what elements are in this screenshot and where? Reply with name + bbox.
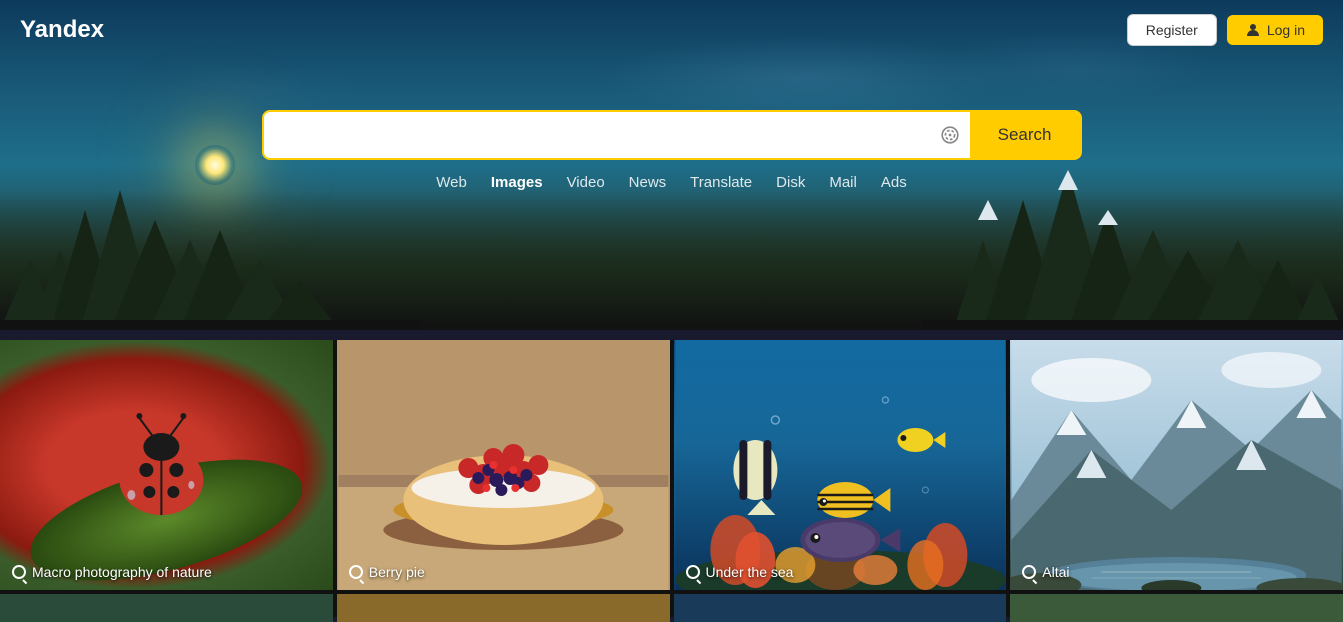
person-icon <box>1245 22 1261 38</box>
logo: Yandex <box>20 16 104 44</box>
berrypie-illustration <box>337 340 670 590</box>
grid-image-undersea <box>674 340 1007 590</box>
header-buttons: Register Log in <box>1127 14 1323 46</box>
nav-translate[interactable]: Translate <box>690 174 752 191</box>
nav-ads[interactable]: Ads <box>881 174 907 191</box>
camera-icon <box>939 124 961 146</box>
altai-illustration <box>1010 340 1343 590</box>
grid-label-berrypie: Berry pie <box>349 564 425 580</box>
search-input[interactable] <box>264 112 930 158</box>
search-icon-undersea <box>686 565 700 579</box>
ladybug-illustration <box>0 340 333 590</box>
register-button[interactable]: Register <box>1127 14 1217 46</box>
grid-item-b1[interactable] <box>0 594 333 622</box>
search-icon-ladybug <box>12 565 26 579</box>
grid-label-ladybug: Macro photography of nature <box>12 564 212 580</box>
login-label: Log in <box>1267 22 1305 38</box>
search-icon-berrypie <box>349 565 363 579</box>
grid-item-ladybug[interactable]: Macro photography of nature <box>0 340 333 590</box>
nav-news[interactable]: News <box>629 174 667 191</box>
grid-row-1: Macro photography of nature <box>0 340 1343 590</box>
grid-row-2 <box>0 594 1343 622</box>
nav-links: Web Images Video News Translate Disk Mai… <box>436 174 906 191</box>
nav-disk[interactable]: Disk <box>776 174 805 191</box>
nav-video[interactable]: Video <box>567 174 605 191</box>
grid-item-b3[interactable] <box>674 594 1007 622</box>
nav-images[interactable]: Images <box>491 174 543 191</box>
nav-mail[interactable]: Mail <box>829 174 857 191</box>
header: Yandex Register Log in <box>0 0 1343 60</box>
image-grid: Macro photography of nature <box>0 340 1343 617</box>
nav-web[interactable]: Web <box>436 174 467 191</box>
search-area: Search Web Images Video News Translate D… <box>262 110 1082 191</box>
grid-image-altai <box>1010 340 1343 590</box>
login-button[interactable]: Log in <box>1227 15 1323 45</box>
grid-label-undersea: Under the sea <box>686 564 794 580</box>
logo-text: Yandex <box>20 16 104 43</box>
search-box: Search <box>262 110 1082 160</box>
grid-item-b2[interactable] <box>337 594 670 622</box>
camera-search-button[interactable] <box>930 115 970 155</box>
grid-item-b4[interactable] <box>1010 594 1343 622</box>
search-button[interactable]: Search <box>970 112 1080 158</box>
grid-image-berrypie <box>337 340 670 590</box>
undersea-illustration <box>674 340 1007 590</box>
search-icon-altai <box>1022 565 1036 579</box>
grid-item-berrypie[interactable]: Berry pie <box>337 340 670 590</box>
grid-item-altai[interactable]: Altai <box>1010 340 1343 590</box>
grid-label-altai: Altai <box>1022 564 1069 580</box>
grid-image-ladybug <box>0 340 333 590</box>
grid-item-undersea[interactable]: Under the sea <box>674 340 1007 590</box>
